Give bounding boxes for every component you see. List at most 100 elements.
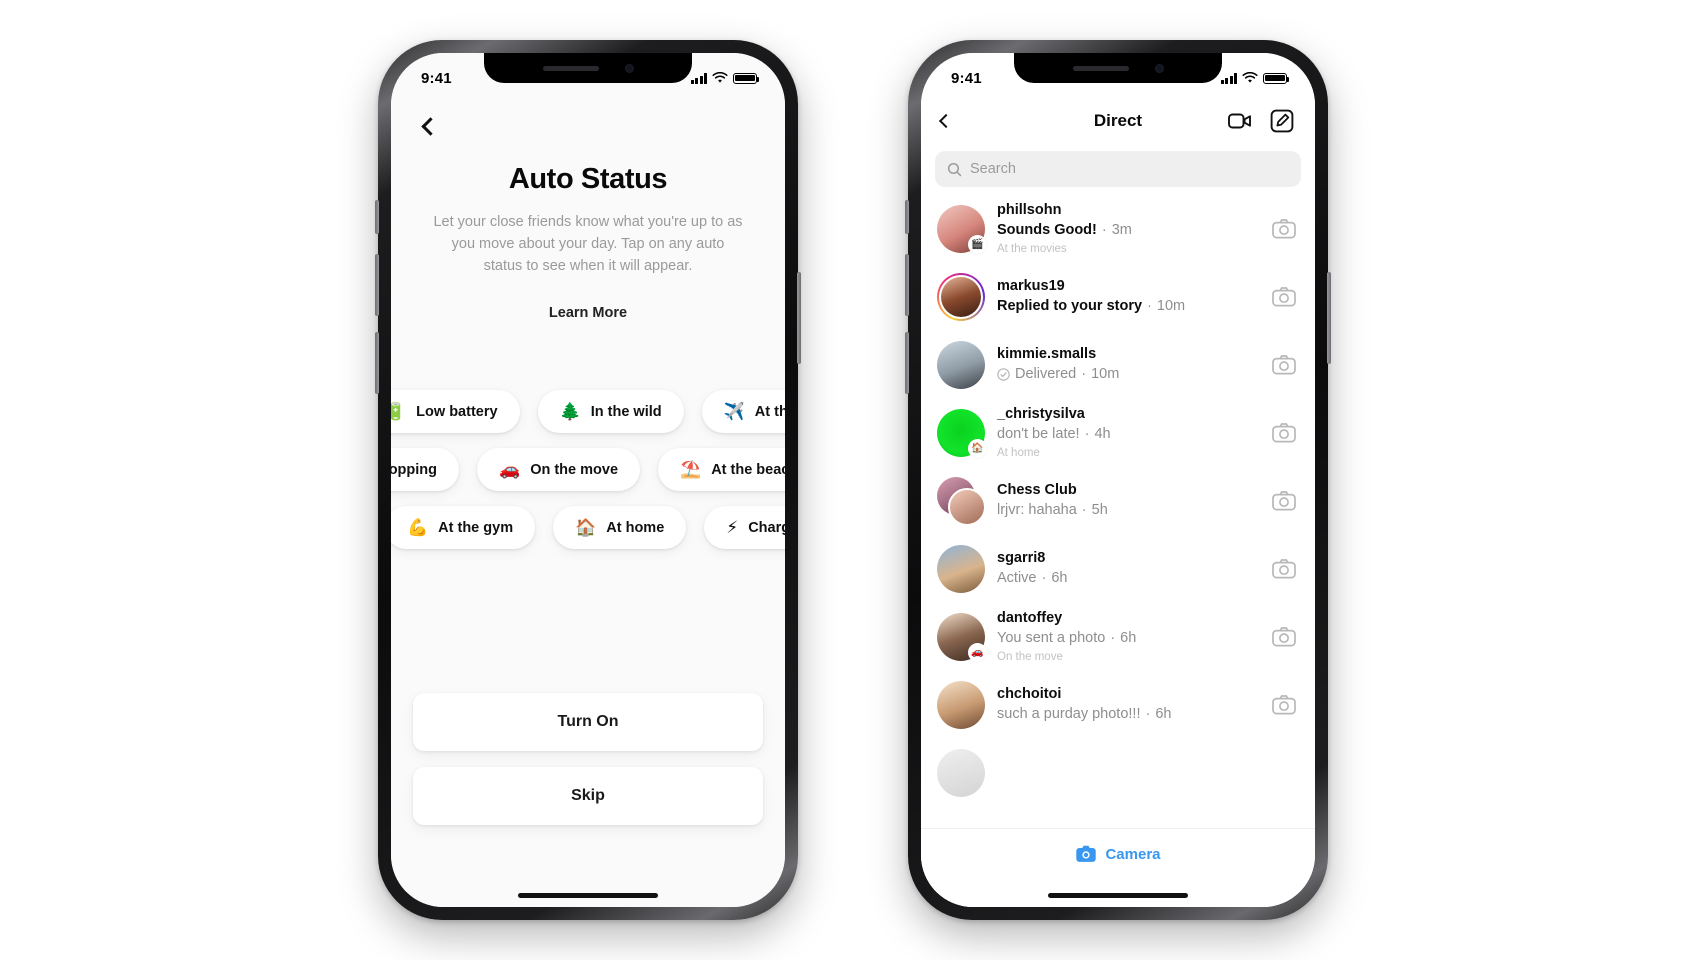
avatar-group[interactable]: [937, 477, 986, 526]
status-chip-at-home[interactable]: 🏠 At home: [553, 506, 687, 549]
compose-pencil-icon[interactable]: [1269, 108, 1295, 134]
thread-preview: Delivered · 10m: [997, 365, 1259, 385]
auto-status-actions: Turn On Skip: [413, 693, 763, 841]
car-emoji: 🚗: [499, 460, 521, 479]
power-button[interactable]: [797, 272, 801, 364]
avatar[interactable]: 🏠: [937, 409, 987, 458]
camera-icon[interactable]: [1271, 488, 1297, 514]
status-chip-shopping[interactable]: 🛒 Shopping: [391, 448, 460, 491]
camera-icon[interactable]: [1271, 284, 1297, 310]
avatar[interactable]: [937, 273, 985, 321]
auto-status-badge: 🎬: [968, 235, 987, 254]
thread-preview-text: Replied to your story: [997, 298, 1143, 314]
header-actions: [1227, 108, 1295, 134]
thread-preview-text: such a purday photo!!!: [997, 706, 1141, 722]
avatar[interactable]: [937, 545, 985, 593]
earpiece-speaker: [542, 65, 599, 71]
notch: [484, 53, 692, 83]
status-chip-low-battery[interactable]: 🔋 Low battery: [391, 390, 520, 433]
status-chip-on-the-move[interactable]: 🚗 On the move: [477, 448, 641, 491]
thread-time: 6h: [1051, 570, 1068, 586]
direct-screen: Direct Search 🎬 phillsohn Sounds Good! ·…: [921, 53, 1315, 907]
camera-icon[interactable]: [1271, 352, 1297, 378]
camera-icon[interactable]: [1271, 692, 1297, 718]
status-chip-at-the-airport[interactable]: ✈️ At the airport: [701, 390, 785, 433]
thread-preview: You sent a photo · 6h: [997, 629, 1259, 649]
camera-button[interactable]: Camera: [1075, 843, 1161, 865]
camera-icon[interactable]: [1271, 556, 1297, 582]
thread-username: phillsohn: [997, 202, 1062, 219]
volume-down-button[interactable]: [375, 332, 379, 394]
chip-label: Charging: [748, 519, 785, 536]
thread-row-dantoffey[interactable]: 🚗 dantoffey You sent a photo · 6h On the…: [921, 603, 1315, 671]
thread-time: 4h: [1094, 425, 1111, 442]
thread-time: 6h: [1120, 629, 1137, 646]
story-ring[interactable]: [937, 273, 985, 321]
back-chevron-icon[interactable]: [413, 109, 447, 143]
search-input[interactable]: Search: [935, 151, 1301, 187]
avatar-image: [937, 545, 985, 593]
thread-preview-text: lrjvr: hahaha: [997, 502, 1077, 518]
avatar[interactable]: 🚗: [937, 613, 987, 662]
thread-row-markus19[interactable]: markus19 Replied to your story · 10m: [921, 263, 1315, 331]
home-indicator: [1048, 893, 1188, 898]
thread-preview: Active · 6h: [997, 569, 1259, 589]
thread-username: sgarri8: [997, 550, 1046, 567]
notch: [1014, 53, 1222, 83]
status-chip-charging[interactable]: ⚡ Charging: [704, 506, 785, 549]
chip-row: 💪 At the gym 🏠 At home ⚡ Charging: [391, 506, 785, 549]
chip-label: Low battery: [416, 403, 498, 420]
status-indicators: [1220, 72, 1290, 84]
cellular-bars-icon: [1220, 72, 1237, 84]
chip-label: Shopping: [391, 461, 438, 478]
avatar[interactable]: 🎬: [937, 205, 987, 254]
video-camera-icon[interactable]: [1227, 108, 1253, 134]
camera-icon[interactable]: [1271, 216, 1297, 242]
status-chip-at-the-beach[interactable]: ⛱️ At the beach: [658, 448, 785, 491]
thread-row-chchoitoi[interactable]: chchoitoi such a purday photo!!! · 6h: [921, 671, 1315, 739]
direct-thread-list: 🎬 phillsohn Sounds Good! · 3m At the mov…: [921, 195, 1315, 829]
avatar[interactable]: [937, 681, 985, 729]
phone-right-screen: 9:41 Direct Search 🎬 phillsohn Sounds Go…: [921, 53, 1315, 907]
avatar[interactable]: [937, 341, 985, 389]
thread-row-phillsohn[interactable]: 🎬 phillsohn Sounds Good! · 3m At the mov…: [921, 195, 1315, 263]
thread-text: dantoffey You sent a photo · 6h On the m…: [997, 609, 1259, 664]
thread-row-partial[interactable]: [921, 739, 1315, 807]
thread-username: kimmie.smalls: [997, 346, 1097, 363]
battery-icon: [1263, 72, 1290, 84]
thread-row-chess-club[interactable]: Chess Club lrjvr: hahaha · 5h: [921, 467, 1315, 535]
chip-label: At home: [606, 519, 665, 536]
thread-time: 10m: [1156, 298, 1186, 314]
thread-row-kimmie-smalls[interactable]: kimmie.smalls Delivered · 10m: [921, 331, 1315, 399]
status-chip-in-the-wild[interactable]: 🌲 In the wild: [537, 390, 684, 433]
camera-icon[interactable]: [1271, 420, 1297, 446]
page-description: Let your close friends know what you're …: [433, 214, 743, 275]
thread-text: markus19 Replied to your story · 10m: [997, 277, 1259, 316]
avatar-image: [937, 749, 985, 797]
turn-on-button[interactable]: Turn On: [413, 693, 763, 751]
camera-icon[interactable]: [1271, 624, 1297, 650]
chip-label: At the beach: [711, 461, 785, 478]
thread-preview-text: You sent a photo: [997, 629, 1106, 646]
thread-preview: Sounds Good! · 3m: [997, 221, 1259, 241]
volume-down-button[interactable]: [905, 332, 909, 394]
thread-time: 3m: [1111, 221, 1132, 238]
thread-row-sgarri8[interactable]: sgarri8 Active · 6h: [921, 535, 1315, 603]
avatar[interactable]: [937, 749, 985, 797]
power-button[interactable]: [1327, 272, 1331, 364]
thread-row-christysilva[interactable]: 🏠 _christysilva don't be late! · 4h At h…: [921, 399, 1315, 467]
skip-button[interactable]: Skip: [413, 767, 763, 825]
status-chip-at-the-gym[interactable]: 💪 At the gym: [391, 506, 536, 549]
learn-more-link[interactable]: Learn More: [391, 305, 785, 321]
thread-auto-status: At home: [997, 446, 1040, 459]
chip-label: At the gym: [438, 519, 514, 536]
direct-footer: Camera: [921, 829, 1315, 907]
camera-icon: [1076, 845, 1097, 862]
screenshot-stage: 9:41 Auto Status Let your close friends …: [0, 0, 1706, 960]
thread-preview-text: Delivered: [1015, 366, 1077, 382]
thread-preview-text: don't be late!: [997, 425, 1080, 442]
thread-username: Chess Club: [997, 482, 1077, 499]
avatar-image: [937, 341, 985, 389]
thread-time: 6h: [1155, 706, 1172, 722]
chip-label: On the move: [530, 461, 619, 478]
